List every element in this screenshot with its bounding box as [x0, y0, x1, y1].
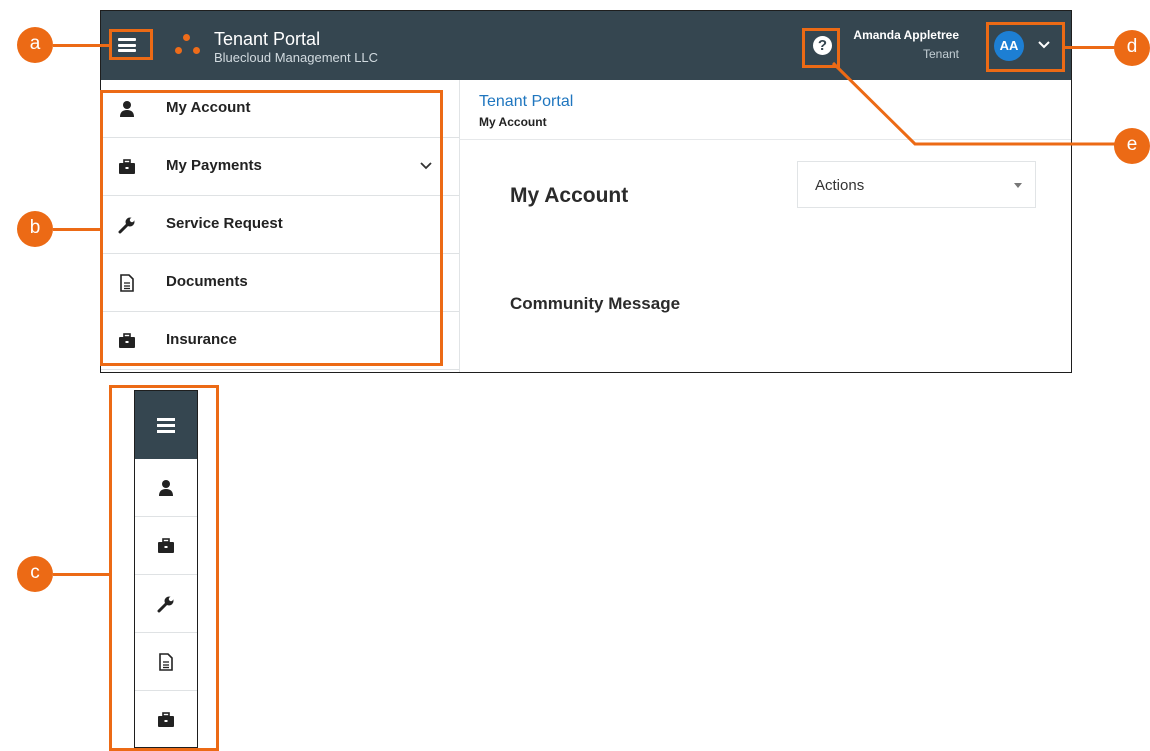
callout-e-leader — [831, 61, 1118, 146]
callout-a-highlight — [109, 29, 153, 60]
user-name[interactable]: Amanda Appletree — [853, 28, 959, 42]
app-title: Tenant Portal — [214, 29, 321, 49]
caret-down-icon — [1014, 183, 1022, 188]
callout-c-leader — [53, 573, 109, 576]
actions-dropdown[interactable]: Actions — [797, 161, 1036, 208]
brand-logo-icon — [173, 31, 203, 61]
callout-badge-b: b — [17, 211, 53, 247]
callout-c-highlight — [109, 385, 219, 751]
breadcrumb-current-page: My Account — [479, 115, 547, 129]
callout-a-leader — [53, 44, 109, 47]
callout-b-leader — [53, 228, 100, 231]
callout-badge-c: c — [17, 556, 53, 592]
callout-badge-e: e — [1114, 128, 1150, 164]
actions-dropdown-label: Actions — [815, 177, 865, 194]
callout-b-highlight — [100, 90, 443, 366]
callout-d-leader — [1065, 46, 1118, 49]
page-title: My Account — [510, 184, 629, 207]
community-message-heading: Community Message — [510, 294, 681, 313]
breadcrumb-app-link[interactable]: Tenant Portal — [479, 93, 573, 111]
callout-badge-a: a — [17, 27, 53, 63]
company-name: Bluecloud Management LLC — [214, 50, 379, 65]
user-role: Tenant — [922, 47, 959, 61]
